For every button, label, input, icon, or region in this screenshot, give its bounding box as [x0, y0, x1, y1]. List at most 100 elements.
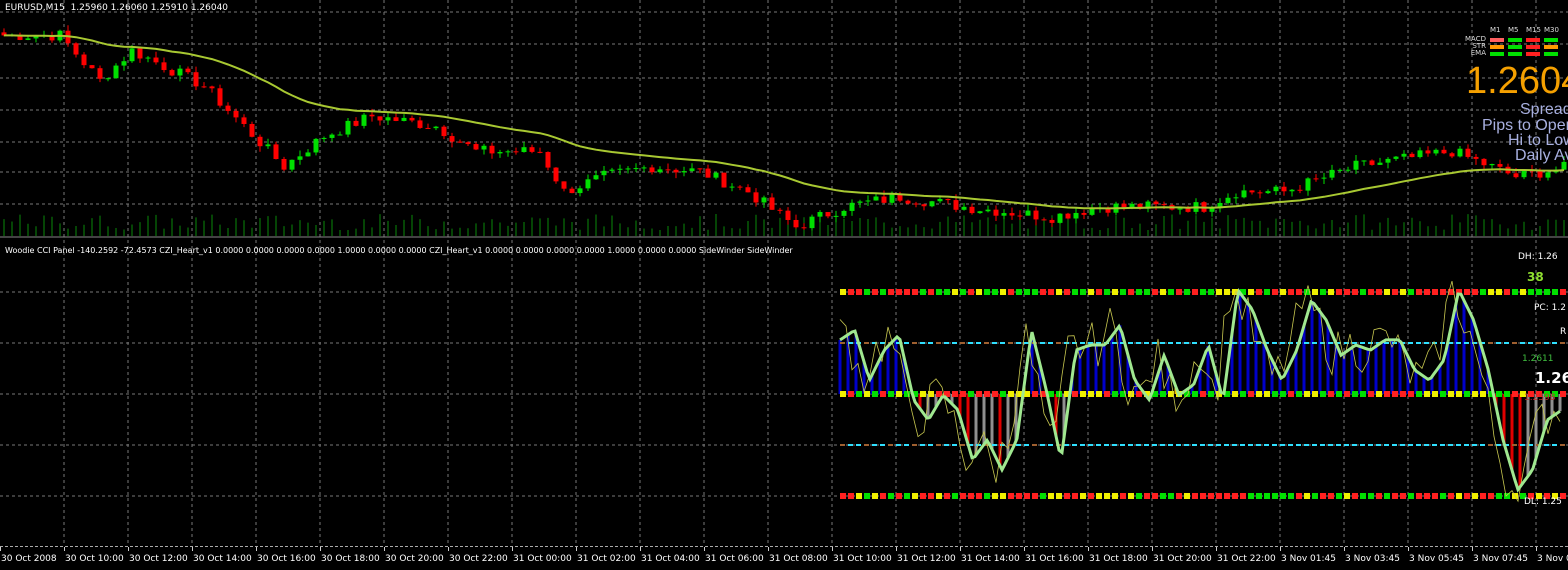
level-dash	[896, 444, 901, 446]
level-dash	[1152, 444, 1157, 446]
level-dash	[1280, 444, 1285, 446]
level-dash	[1296, 444, 1301, 446]
time-tick-mark	[256, 547, 257, 551]
level-square	[1056, 493, 1062, 499]
level-dash	[1272, 444, 1277, 446]
candle	[857, 201, 863, 203]
level-square	[1296, 493, 1302, 499]
candle	[865, 200, 871, 202]
level-dash	[1544, 444, 1549, 446]
level-square	[1392, 493, 1398, 499]
level-square	[1384, 289, 1390, 295]
time-label: 3 Nov 0	[1537, 554, 1568, 564]
level-square	[968, 391, 974, 397]
level-dash	[1056, 342, 1061, 344]
time-label: 31 Oct 14:00	[961, 554, 1020, 564]
level-dash	[960, 444, 965, 446]
level-dash	[864, 342, 869, 344]
level-dash	[1168, 342, 1173, 344]
level-square	[984, 493, 990, 499]
level-square	[1344, 493, 1350, 499]
level-dash	[1024, 342, 1029, 344]
candle	[1393, 156, 1399, 159]
time-label: 30 Oct 16:00	[257, 554, 316, 564]
level-dash	[1552, 444, 1557, 446]
level-dash	[880, 444, 885, 446]
time-label: 3 Nov 01:45	[1281, 554, 1336, 564]
level-square	[1504, 289, 1510, 295]
candle	[1257, 192, 1263, 194]
level-dash	[1000, 342, 1005, 344]
level-square	[936, 289, 942, 295]
level-square	[1360, 493, 1366, 499]
price-chart[interactable]	[0, 0, 1568, 546]
level-square	[1312, 493, 1318, 499]
candle	[1001, 213, 1007, 216]
candle	[321, 137, 327, 139]
time-label: 30 Oct 12:00	[129, 554, 188, 564]
level-dash	[1400, 444, 1405, 446]
candle	[777, 209, 783, 211]
level-dash	[1112, 342, 1117, 344]
level-dash	[984, 342, 989, 344]
level-square	[1496, 493, 1502, 499]
level-dash	[1504, 342, 1509, 344]
level-square	[1272, 289, 1278, 295]
candle	[1057, 213, 1063, 223]
level-square	[1208, 289, 1214, 295]
candle	[505, 151, 511, 153]
candle	[1121, 203, 1127, 208]
level-dash	[1264, 444, 1269, 446]
candle	[609, 169, 615, 171]
candle	[785, 210, 791, 220]
candle	[569, 188, 575, 194]
level-dash	[1408, 444, 1413, 446]
level-dash	[1160, 342, 1165, 344]
time-tick-mark	[576, 547, 577, 551]
level-square	[1280, 391, 1286, 397]
candle	[1385, 158, 1391, 163]
level-square	[856, 493, 862, 499]
candle	[281, 158, 287, 170]
level-dash	[1152, 342, 1157, 344]
level-square	[984, 289, 990, 295]
level-dash	[1520, 444, 1525, 446]
candle	[1153, 201, 1159, 205]
level-square	[1528, 289, 1534, 295]
candle	[457, 141, 463, 143]
candle	[977, 211, 983, 214]
candle	[561, 181, 567, 189]
timeframe-m15: M15	[1526, 26, 1541, 34]
level-square	[1288, 391, 1294, 397]
candle	[1185, 208, 1191, 212]
time-label: 30 Oct 2008	[1, 554, 57, 564]
level-square	[1376, 289, 1382, 295]
level-square	[1160, 391, 1166, 397]
candle	[1409, 153, 1415, 158]
time-label: 31 Oct 20:00	[1153, 554, 1212, 564]
candle	[681, 171, 687, 173]
candle	[225, 105, 231, 111]
level-square	[1480, 391, 1486, 397]
level-dash	[1448, 444, 1453, 446]
candle	[945, 198, 951, 201]
level-square	[1056, 289, 1062, 295]
level-square	[880, 493, 886, 499]
candle	[1353, 160, 1359, 170]
level-square	[1264, 391, 1270, 397]
level-square	[952, 289, 958, 295]
level-square	[1184, 289, 1190, 295]
level-dash	[1432, 444, 1437, 446]
level-square	[1016, 493, 1022, 499]
level-dash	[872, 444, 877, 446]
candle	[905, 200, 911, 204]
level-square	[1176, 289, 1182, 295]
level-square	[1304, 493, 1310, 499]
level-square	[1464, 391, 1470, 397]
level-square	[1112, 391, 1118, 397]
level-square	[1160, 493, 1166, 499]
level-dash	[1536, 342, 1541, 344]
candle	[617, 168, 623, 170]
level-dash	[1040, 342, 1045, 344]
level-square	[1472, 289, 1478, 295]
